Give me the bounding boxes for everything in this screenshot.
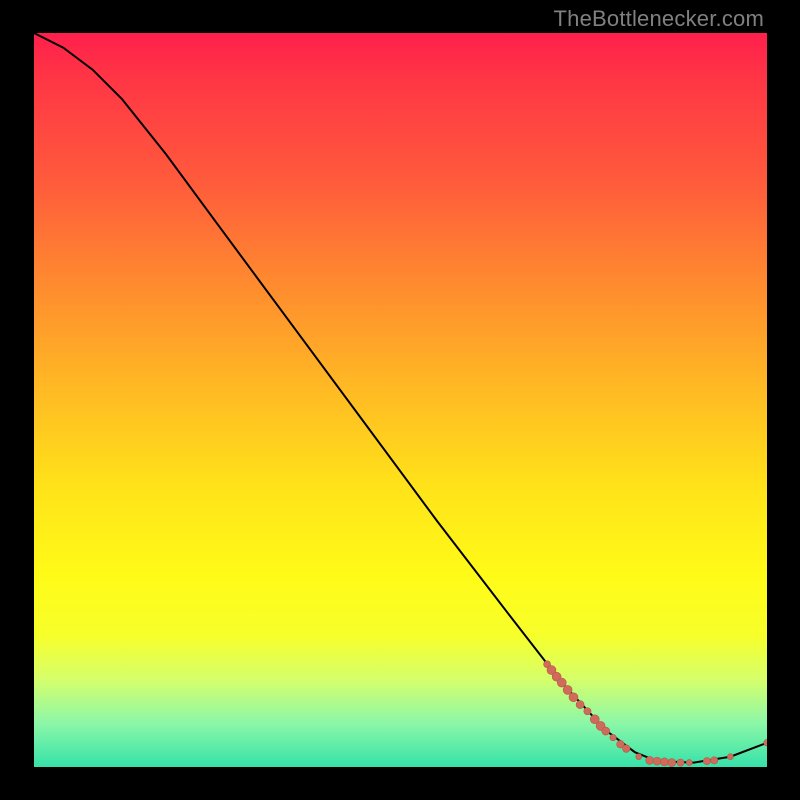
data-marker	[686, 760, 692, 766]
plot-area	[34, 33, 767, 767]
data-marker	[610, 734, 616, 740]
data-marker	[727, 754, 733, 760]
chart-svg	[34, 33, 767, 767]
data-marker	[602, 727, 610, 735]
data-marker	[584, 708, 591, 715]
data-marker	[653, 757, 661, 765]
data-marker	[764, 739, 767, 746]
data-marker	[557, 678, 566, 687]
data-marker	[677, 759, 684, 766]
data-marker	[569, 693, 578, 702]
data-marker	[711, 757, 718, 764]
bottleneck-curve	[34, 33, 767, 763]
data-marker	[646, 756, 654, 764]
data-marker	[576, 701, 584, 709]
data-marker	[636, 754, 642, 760]
data-marker	[563, 685, 572, 694]
data-marker	[660, 758, 668, 766]
data-marker	[668, 759, 676, 767]
chart-frame: TheBottlenecker.com	[0, 0, 800, 800]
data-marker	[703, 758, 710, 765]
marker-group	[544, 661, 767, 767]
data-marker	[622, 745, 630, 753]
watermark-text: TheBottlenecker.com	[554, 6, 764, 32]
